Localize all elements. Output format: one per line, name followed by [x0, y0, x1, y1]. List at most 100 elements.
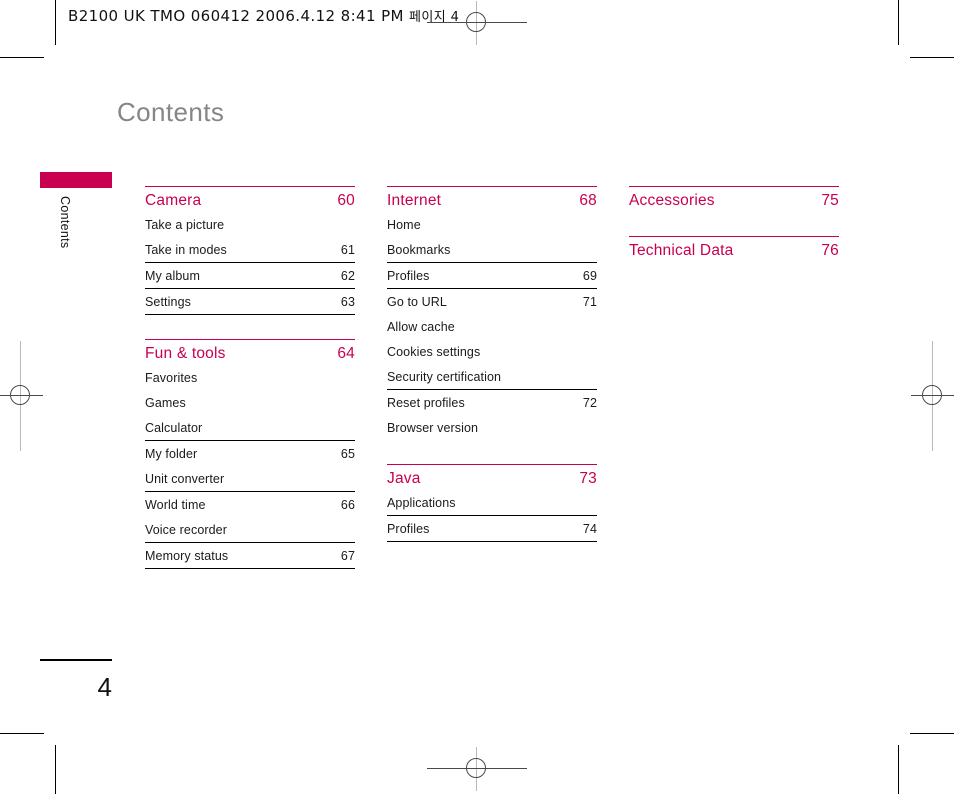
- toc-entry[interactable]: Profiles 69: [387, 263, 597, 289]
- toc-entry[interactable]: Settings 63: [145, 289, 355, 315]
- side-tab-label: Contents: [58, 196, 72, 249]
- toc-section-heading[interactable]: Camera 60: [145, 186, 355, 212]
- toc-entry[interactable]: Take in modes 61: [145, 237, 355, 263]
- toc-entry-label: Voice recorder: [145, 523, 227, 537]
- toc-column: Accessories 75 Technical Data 76: [629, 186, 839, 569]
- page-title: Contents: [117, 97, 225, 127]
- toc-section-title: Technical Data: [629, 242, 734, 259]
- print-slug-line: B2100 UK TMO 060412 2006.4.12 8:41 PM 페이…: [68, 6, 459, 25]
- crop-mark-bottom-right-horizontal: [910, 733, 954, 734]
- toc-entry-page-number: 62: [340, 269, 355, 283]
- toc-entry[interactable]: Browser version: [387, 415, 597, 440]
- toc-section-title: Java: [387, 470, 421, 487]
- registration-mark-bottom: [427, 747, 527, 791]
- toc-entry-page-number: 65: [340, 447, 355, 461]
- toc-section-page-number: 73: [579, 470, 597, 487]
- toc-section-heading[interactable]: Accessories 75: [629, 186, 839, 212]
- folio-rule: [40, 659, 112, 661]
- toc-entry-label: Unit converter: [145, 472, 225, 486]
- registration-ring: [466, 758, 486, 778]
- toc-entry-label: Security certification: [387, 370, 502, 384]
- toc-entry-label: Applications: [387, 496, 456, 510]
- toc-entry[interactable]: Unit converter: [145, 466, 355, 492]
- toc-entry[interactable]: Bookmarks: [387, 237, 597, 263]
- toc-entry-label: Games: [145, 396, 186, 410]
- toc-entry-label: Take a picture: [145, 218, 225, 232]
- folio-page-number: 4: [97, 672, 112, 702]
- crop-mark-bottom-left-horizontal: [0, 733, 44, 734]
- registration-mark-top: [427, 1, 527, 45]
- toc-section-heading[interactable]: Fun & tools 64: [145, 339, 355, 365]
- crop-mark-top-left-horizontal: [0, 57, 44, 58]
- slug-text: B2100 UK TMO 060412 2006.4.12 8:41 PM: [68, 7, 404, 25]
- toc-entry-page-number: 66: [340, 498, 355, 512]
- toc-entry[interactable]: Go to URL 71: [387, 289, 597, 314]
- toc-section-page-number: 68: [579, 192, 597, 209]
- toc-entry[interactable]: Cookies settings: [387, 339, 597, 364]
- toc-entry[interactable]: Home: [387, 212, 597, 237]
- toc-entry[interactable]: Take a picture: [145, 212, 355, 237]
- registration-mark-right: [911, 341, 954, 451]
- toc-entry-page-number: 72: [582, 396, 597, 410]
- registration-ring: [466, 12, 486, 32]
- toc-entry-label: Bookmarks: [387, 243, 451, 257]
- toc-entry[interactable]: Favorites: [145, 365, 355, 390]
- toc-section-title: Camera: [145, 192, 202, 209]
- toc-entry[interactable]: Allow cache: [387, 314, 597, 339]
- toc-entry[interactable]: Voice recorder: [145, 517, 355, 543]
- toc-section-heading[interactable]: Internet 68: [387, 186, 597, 212]
- toc-column: Camera 60 Take a picture Take in modes 61 My …: [145, 186, 355, 569]
- crop-mark-top-right-vertical: [898, 0, 899, 45]
- toc-section-heading[interactable]: Java 73: [387, 464, 597, 490]
- toc-entry[interactable]: My album 62: [145, 263, 355, 289]
- toc-section: Accessories 75: [629, 186, 839, 212]
- toc-section-title: Fun & tools: [145, 345, 226, 362]
- toc-entry-label: Go to URL: [387, 295, 447, 309]
- toc-entry-label: World time: [145, 498, 206, 512]
- toc-entry-label: Memory status: [145, 549, 229, 563]
- toc-entry-label: Reset profiles: [387, 396, 465, 410]
- toc-section: Java 73 Applications Profiles 74: [387, 464, 597, 542]
- toc-entry[interactable]: Games: [145, 390, 355, 415]
- toc-entry-page-number: 63: [340, 295, 355, 309]
- toc-entry[interactable]: Memory status 67: [145, 543, 355, 569]
- side-tab-marker: [40, 172, 112, 188]
- registration-ring: [922, 385, 942, 405]
- toc-entry-label: Profiles: [387, 522, 430, 536]
- toc-entry-label: Home: [387, 218, 421, 232]
- toc-entry-page-number: 74: [582, 522, 597, 536]
- toc-column: Internet 68 Home Bookmarks Profiles 69 Go to U…: [387, 186, 597, 569]
- crop-mark-top-left-vertical: [55, 0, 56, 45]
- toc-entry-page-number: 61: [340, 243, 355, 257]
- toc-entry[interactable]: My folder 65: [145, 441, 355, 466]
- toc-section: Technical Data 76: [629, 236, 839, 262]
- toc-section: Fun & tools 64 Favorites Games Calculator My …: [145, 339, 355, 569]
- toc-section: Camera 60 Take a picture Take in modes 61 My …: [145, 186, 355, 315]
- toc-entry[interactable]: Calculator: [145, 415, 355, 441]
- toc-entry-page-number: 71: [582, 295, 597, 309]
- crop-mark-bottom-left-vertical: [55, 745, 56, 794]
- toc-entry[interactable]: Profiles 74: [387, 516, 597, 542]
- toc-section: Internet 68 Home Bookmarks Profiles 69 Go to U…: [387, 186, 597, 440]
- toc-entry-label: Settings: [145, 295, 191, 309]
- toc-entry-page-number: 69: [582, 269, 597, 283]
- toc-entry[interactable]: Reset profiles 72: [387, 390, 597, 415]
- toc-entry-label: My folder: [145, 447, 198, 461]
- toc-entry[interactable]: Applications: [387, 490, 597, 516]
- toc-entry-label: Browser version: [387, 421, 479, 435]
- registration-mark-left: [0, 341, 43, 451]
- toc-section-page-number: 60: [337, 192, 355, 209]
- toc-entry-label: My album: [145, 269, 200, 283]
- toc-entry[interactable]: World time 66: [145, 492, 355, 517]
- toc-entry-label: Favorites: [145, 371, 198, 385]
- toc-entry-label: Take in modes: [145, 243, 227, 257]
- toc-entry-label: Cookies settings: [387, 345, 481, 359]
- toc-entry-page-number: 67: [340, 549, 355, 563]
- table-of-contents: Camera 60 Take a picture Take in modes 61 My …: [145, 186, 905, 569]
- slug-korean-text: 페이지 4: [409, 10, 460, 25]
- toc-section-page-number: 76: [821, 242, 839, 259]
- toc-entry-label: Allow cache: [387, 320, 455, 334]
- toc-section-heading[interactable]: Technical Data 76: [629, 236, 839, 262]
- toc-entry[interactable]: Security certification: [387, 364, 597, 390]
- toc-section-page-number: 64: [337, 345, 355, 362]
